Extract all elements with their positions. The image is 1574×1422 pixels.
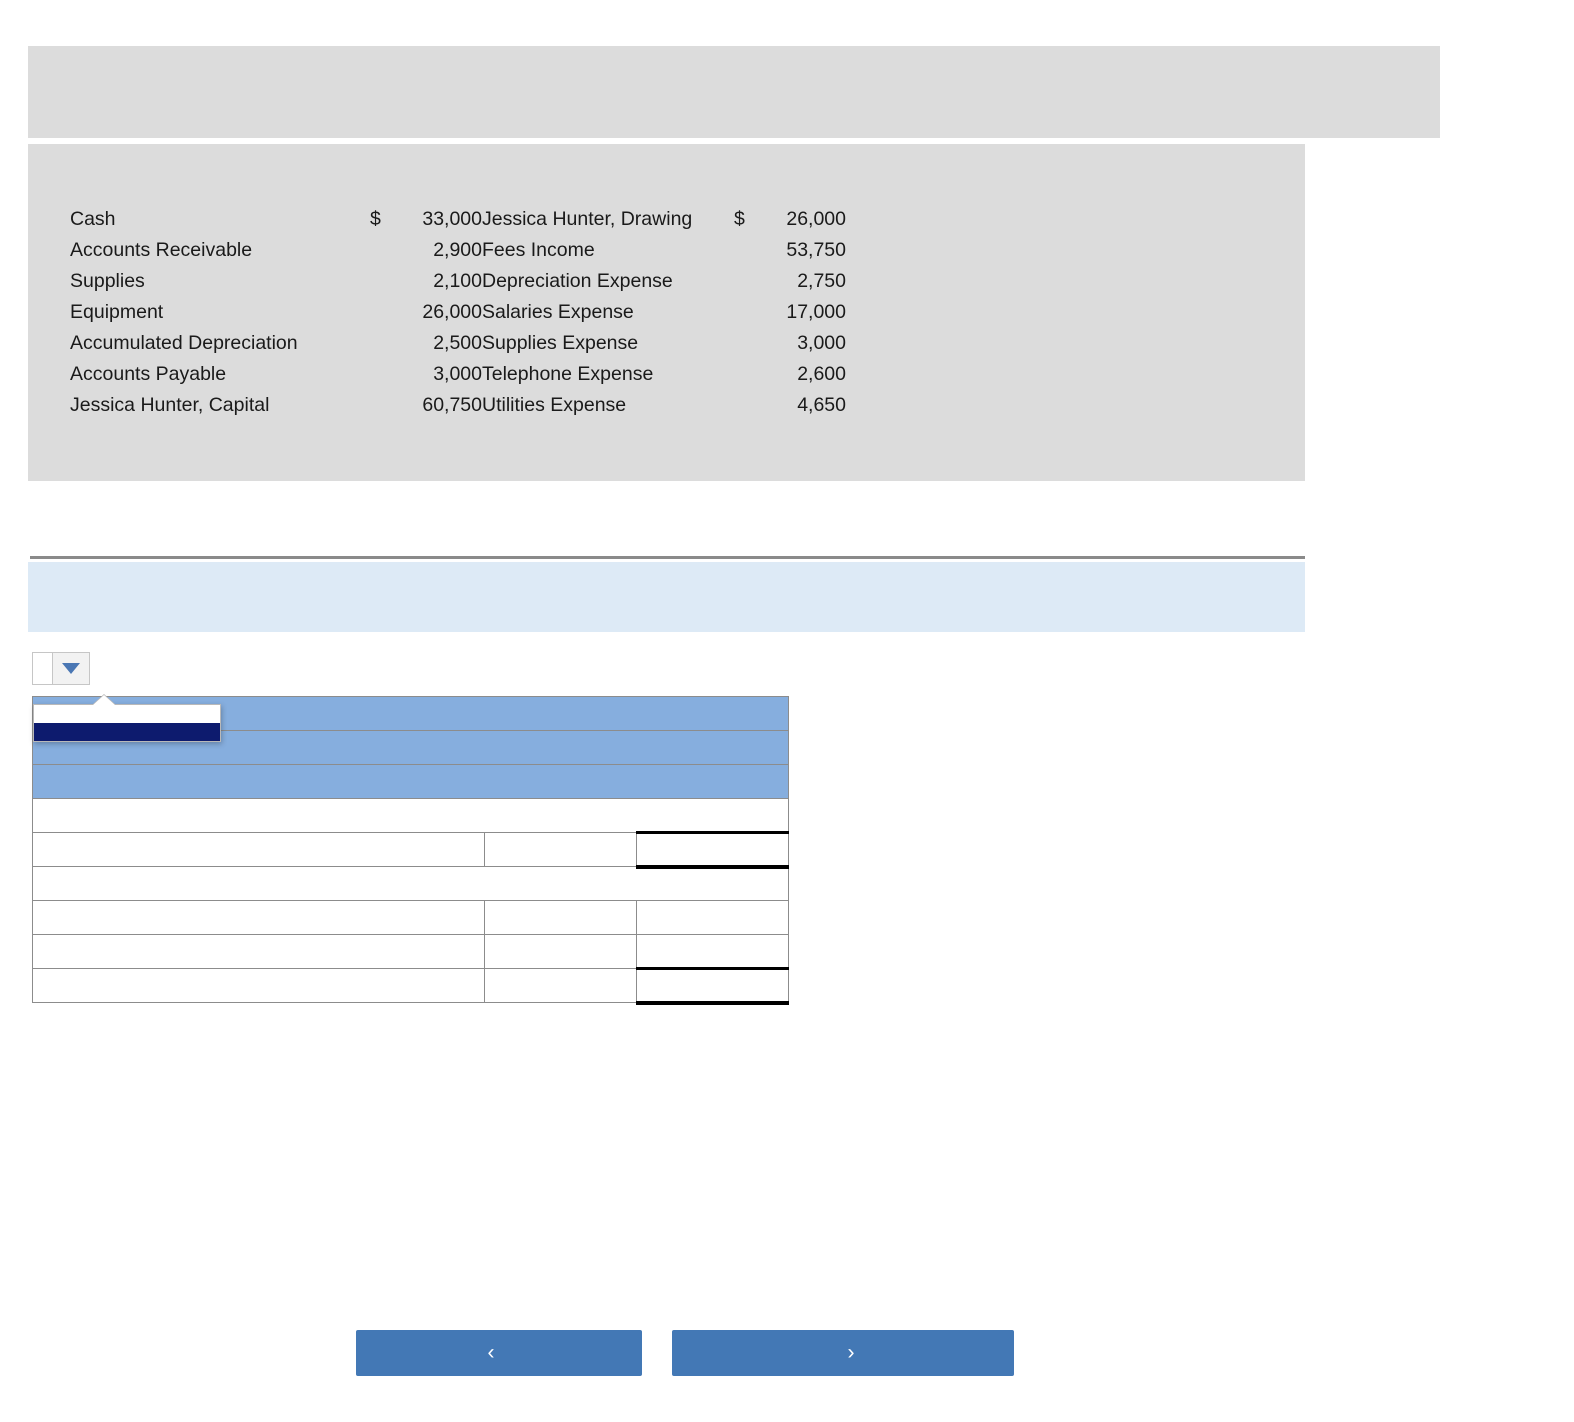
liabilities-label <box>32 900 485 935</box>
balance-left-currency <box>370 237 396 268</box>
balance-left-amount: 2,500 <box>433 332 482 354</box>
chevron-right-icon: › <box>847 1341 855 1364</box>
balance-left-name: Cash <box>70 208 116 230</box>
balance-right-name: Jessica Hunter, Drawing <box>482 208 693 230</box>
balance-left-amount: 26,000 <box>422 301 482 323</box>
navigation-buttons: ‹ › <box>356 1330 1014 1376</box>
total-assets-row <box>32 831 790 869</box>
chevron-left-icon: ‹ <box>487 1341 495 1364</box>
balance-right-currency <box>734 299 760 330</box>
balance-sheet-table <box>31 696 790 1005</box>
total-liab-equity-mid-cell <box>484 968 637 1003</box>
balance-right-amount: 17,000 <box>786 301 846 323</box>
liab-equity-heading-row <box>31 866 790 901</box>
balance-right-amount: 2,600 <box>797 363 846 385</box>
balance-right-name: Telephone Expense <box>482 363 654 385</box>
total-liab-equity-row <box>32 967 790 1005</box>
statement-date <box>31 764 790 799</box>
basis-dropdown-toggle[interactable] <box>52 652 90 685</box>
balances-row: Accounts Receivable 2,900 Fees Income 53,75… <box>70 237 846 268</box>
balance-left-name: Accounts Receivable <box>70 239 253 261</box>
balance-right-amount: 2,750 <box>797 270 846 292</box>
total-assets-label <box>32 832 485 867</box>
next-post-closing-button[interactable]: › <box>672 1330 1014 1376</box>
basis-dropdown-menu <box>33 695 221 742</box>
liabilities-label-mid-cell <box>484 900 637 935</box>
balance-right-name: Supplies Expense <box>482 332 639 354</box>
balance-right-name: Utilities Expense <box>482 394 627 416</box>
balance-left-currency <box>370 268 396 299</box>
basis-dropdown-value[interactable] <box>32 652 52 685</box>
menu-caret-icon <box>93 695 115 705</box>
balance-left-currency <box>370 299 396 330</box>
balance-right-currency <box>734 330 760 361</box>
balance-right-currency: $ <box>734 208 745 230</box>
basis-option-post-closing[interactable] <box>34 723 220 741</box>
equity-label-row <box>32 934 790 969</box>
account-balances-table: Cash $33,000 Jessica Hunter, Drawing $26,00… <box>70 206 846 423</box>
total-liab-equity-amount-cell <box>635 967 790 1005</box>
balance-right-currency <box>734 237 760 268</box>
balance-left-currency <box>370 361 396 392</box>
balance-left-amount: 2,100 <box>433 270 482 292</box>
balances-row: Equipment 26,000 Salaries Expense 17,000 <box>70 299 846 330</box>
liabilities-label-row <box>32 900 790 935</box>
equity-label-right-cell <box>635 934 790 969</box>
balances-row: Accumulated Depreciation 2,500 Supplies Ex… <box>70 330 846 361</box>
balance-left-name: Accounts Payable <box>70 363 227 385</box>
balance-right-currency <box>734 361 760 392</box>
balance-left-currency <box>370 392 396 423</box>
page-title <box>28 46 1440 62</box>
balances-row: Cash $33,000 Jessica Hunter, Drawing $26,00… <box>70 206 846 237</box>
balance-right-amount: 53,750 <box>786 239 846 261</box>
balance-right-name: Fees Income <box>482 239 595 261</box>
balance-right-name: Depreciation Expense <box>482 270 673 292</box>
assets-heading <box>31 798 790 833</box>
balance-left-name: Jessica Hunter, Capital <box>70 394 270 416</box>
balance-left-amount: 33,000 <box>422 208 482 230</box>
balances-row: Accounts Payable 3,000 Telephone Expense 2,… <box>70 361 846 392</box>
balance-left-name: Accumulated Depreciation <box>70 332 298 354</box>
problem-title-bar <box>28 46 1440 138</box>
statement-date-row <box>31 764 790 799</box>
section-tab-bar <box>30 497 1305 559</box>
balance-right-amount: 26,000 <box>786 208 846 230</box>
balance-left-amount: 2,900 <box>433 239 482 261</box>
equity-label-mid-cell <box>484 934 637 969</box>
chevron-down-icon <box>62 663 80 674</box>
balance-right-amount: 3,000 <box>797 332 846 354</box>
basis-dropdown[interactable] <box>32 652 90 685</box>
balances-row: Jessica Hunter, Capital 60,750 Utilities E… <box>70 392 846 423</box>
problem-description-panel: Cash $33,000 Jessica Hunter, Drawing $26,00… <box>28 144 1305 481</box>
liabilities-label-right-cell <box>635 900 790 935</box>
total-assets-amount-cell <box>635 831 790 869</box>
balance-right-amount: 4,650 <box>797 394 846 416</box>
total-liab-equity-label <box>32 968 485 1003</box>
page-root: Cash $33,000 Jessica Hunter, Drawing $26,00… <box>0 0 1574 1422</box>
equity-label <box>32 934 485 969</box>
balance-right-currency <box>734 392 760 423</box>
previous-statement-of-equity-button[interactable]: ‹ <box>356 1330 642 1376</box>
balance-right-currency <box>734 268 760 299</box>
assets-heading-row <box>31 798 790 833</box>
balance-left-amount: 60,750 <box>422 394 482 416</box>
balance-right-name: Salaries Expense <box>482 301 634 323</box>
balances-row: Supplies 2,100 Depreciation Expense 2,750 <box>70 268 846 299</box>
balance-left-currency <box>370 330 396 361</box>
basis-option-adjusted[interactable] <box>34 705 220 723</box>
balance-left-amount: 3,000 <box>433 363 482 385</box>
balance-left-name: Supplies <box>70 270 145 292</box>
instruction-banner <box>28 562 1305 632</box>
liabilities-equity-heading <box>31 866 790 901</box>
balance-left-currency: $ <box>370 208 381 230</box>
total-assets-mid-cell <box>484 832 637 867</box>
balance-left-name: Equipment <box>70 301 164 323</box>
